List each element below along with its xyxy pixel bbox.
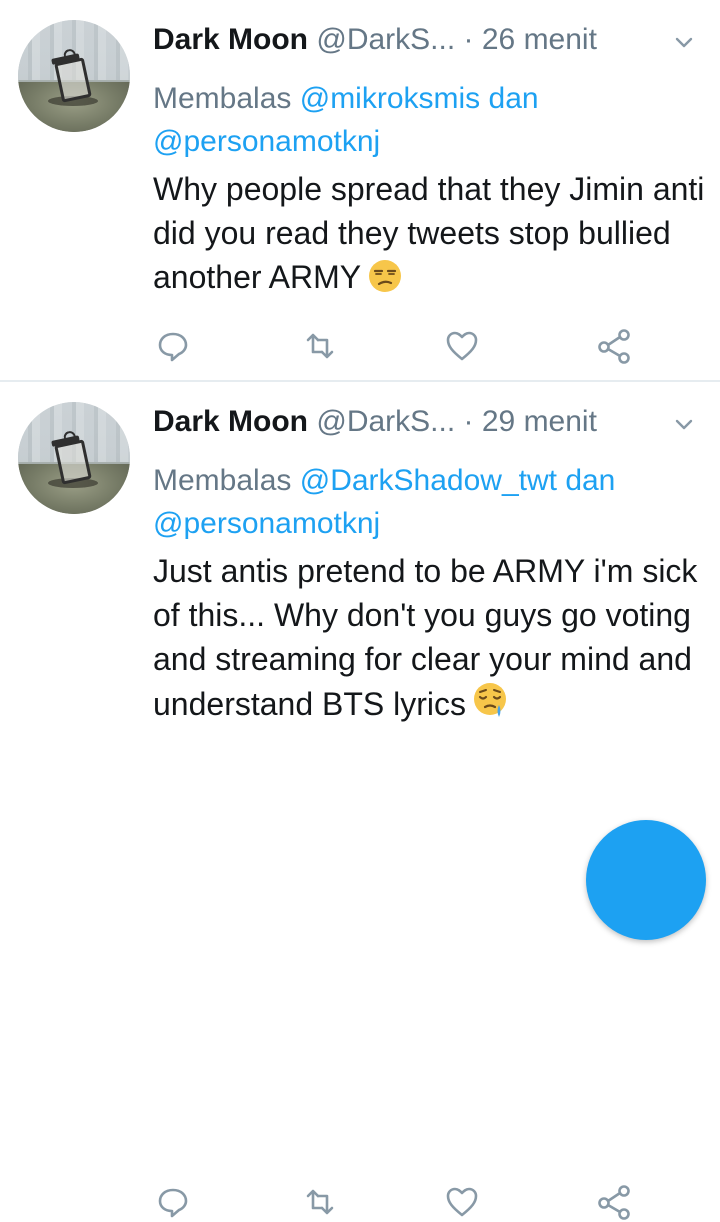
reply-prefix: Membalas bbox=[153, 82, 292, 115]
heart-icon[interactable] bbox=[442, 326, 482, 366]
reply-conjunction[interactable]: dan bbox=[565, 464, 615, 497]
author-name[interactable]: Dark Moon bbox=[153, 23, 308, 56]
heart-icon[interactable] bbox=[442, 1182, 482, 1222]
separator: · bbox=[463, 23, 474, 56]
reply-mention[interactable]: @personamotknj bbox=[153, 507, 380, 540]
author-handle[interactable]: @DarkS... bbox=[316, 23, 455, 56]
avatar[interactable] bbox=[18, 20, 130, 132]
reply-icon[interactable] bbox=[153, 1182, 193, 1222]
avatar[interactable] bbox=[18, 402, 130, 514]
tweet-actions bbox=[0, 1182, 720, 1222]
tweet[interactable]: Dark Moon @DarkS... · 26 menit Membalas … bbox=[0, 0, 720, 380]
tweet-text: Just antis pretend to be ARMY i'm sick o… bbox=[153, 549, 713, 726]
reply-prefix: Membalas bbox=[153, 464, 292, 497]
share-icon[interactable] bbox=[594, 1182, 634, 1222]
tweet-header: Dark Moon @DarkS... · 29 menit bbox=[153, 404, 597, 440]
reply-context: Membalas @DarkShadow_twt dan @personamot… bbox=[153, 459, 713, 545]
chevron-down-icon[interactable] bbox=[672, 412, 696, 436]
separator: · bbox=[463, 405, 474, 438]
author-name[interactable]: Dark Moon bbox=[153, 405, 308, 438]
share-icon[interactable] bbox=[594, 326, 634, 366]
retweet-icon[interactable] bbox=[300, 1182, 340, 1222]
tweet-actions bbox=[0, 326, 720, 366]
compose-tweet-button[interactable] bbox=[586, 820, 706, 940]
reply-mention[interactable]: @DarkShadow_twt bbox=[300, 464, 557, 497]
timestamp[interactable]: 29 menit bbox=[482, 405, 597, 438]
tweet-text: Why people spread that they Jimin anti d… bbox=[153, 167, 713, 299]
timestamp[interactable]: 26 menit bbox=[482, 23, 597, 56]
tweet-text-content: Just antis pretend to be ARMY i'm sick o… bbox=[153, 553, 698, 722]
reply-icon[interactable] bbox=[153, 326, 193, 366]
chevron-down-icon[interactable] bbox=[672, 30, 696, 54]
sleepy-face-icon bbox=[474, 683, 507, 717]
author-handle[interactable]: @DarkS... bbox=[316, 405, 455, 438]
reply-mention[interactable]: @personamotknj bbox=[153, 125, 380, 158]
tweet[interactable]: Dark Moon @DarkS... · 29 menit Membalas … bbox=[0, 382, 720, 1220]
tweet-text-content: Why people spread that they Jimin anti d… bbox=[153, 171, 705, 295]
retweet-icon[interactable] bbox=[300, 326, 340, 366]
tweet-header: Dark Moon @DarkS... · 26 menit bbox=[153, 22, 597, 58]
reply-mention[interactable]: @mikroksmis bbox=[300, 82, 480, 115]
unamused-face-icon bbox=[369, 260, 402, 292]
reply-context: Membalas @mikroksmis dan @personamotknj bbox=[153, 77, 713, 163]
reply-conjunction[interactable]: dan bbox=[489, 82, 539, 115]
